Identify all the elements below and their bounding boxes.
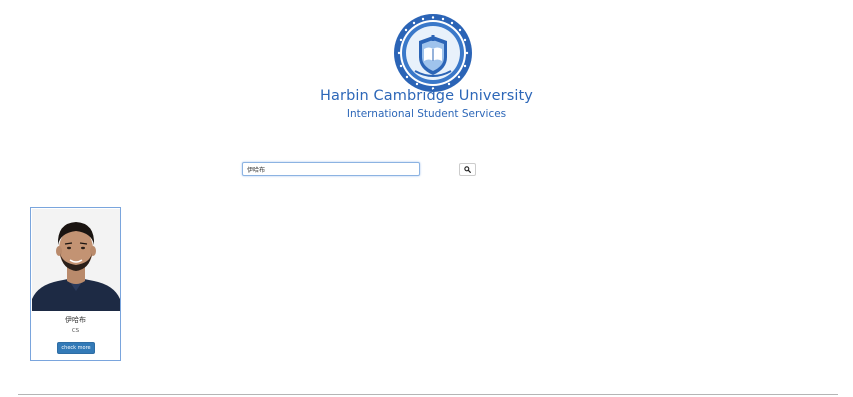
student-major: CS (71, 328, 80, 334)
university-logo (394, 14, 472, 92)
page-subtitle: International Student Services (346, 108, 507, 120)
footer-divider (18, 394, 838, 395)
search-icon (464, 166, 471, 173)
student-photo (32, 209, 120, 311)
page-title: Harbin Cambridge University (320, 88, 533, 104)
student-name: 伊哈布 (65, 316, 86, 324)
student-card: 伊哈布 CS check more (30, 207, 121, 361)
search-button[interactable] (459, 163, 476, 176)
search-input[interactable] (242, 162, 420, 176)
check-more-button[interactable]: check more (57, 342, 95, 354)
